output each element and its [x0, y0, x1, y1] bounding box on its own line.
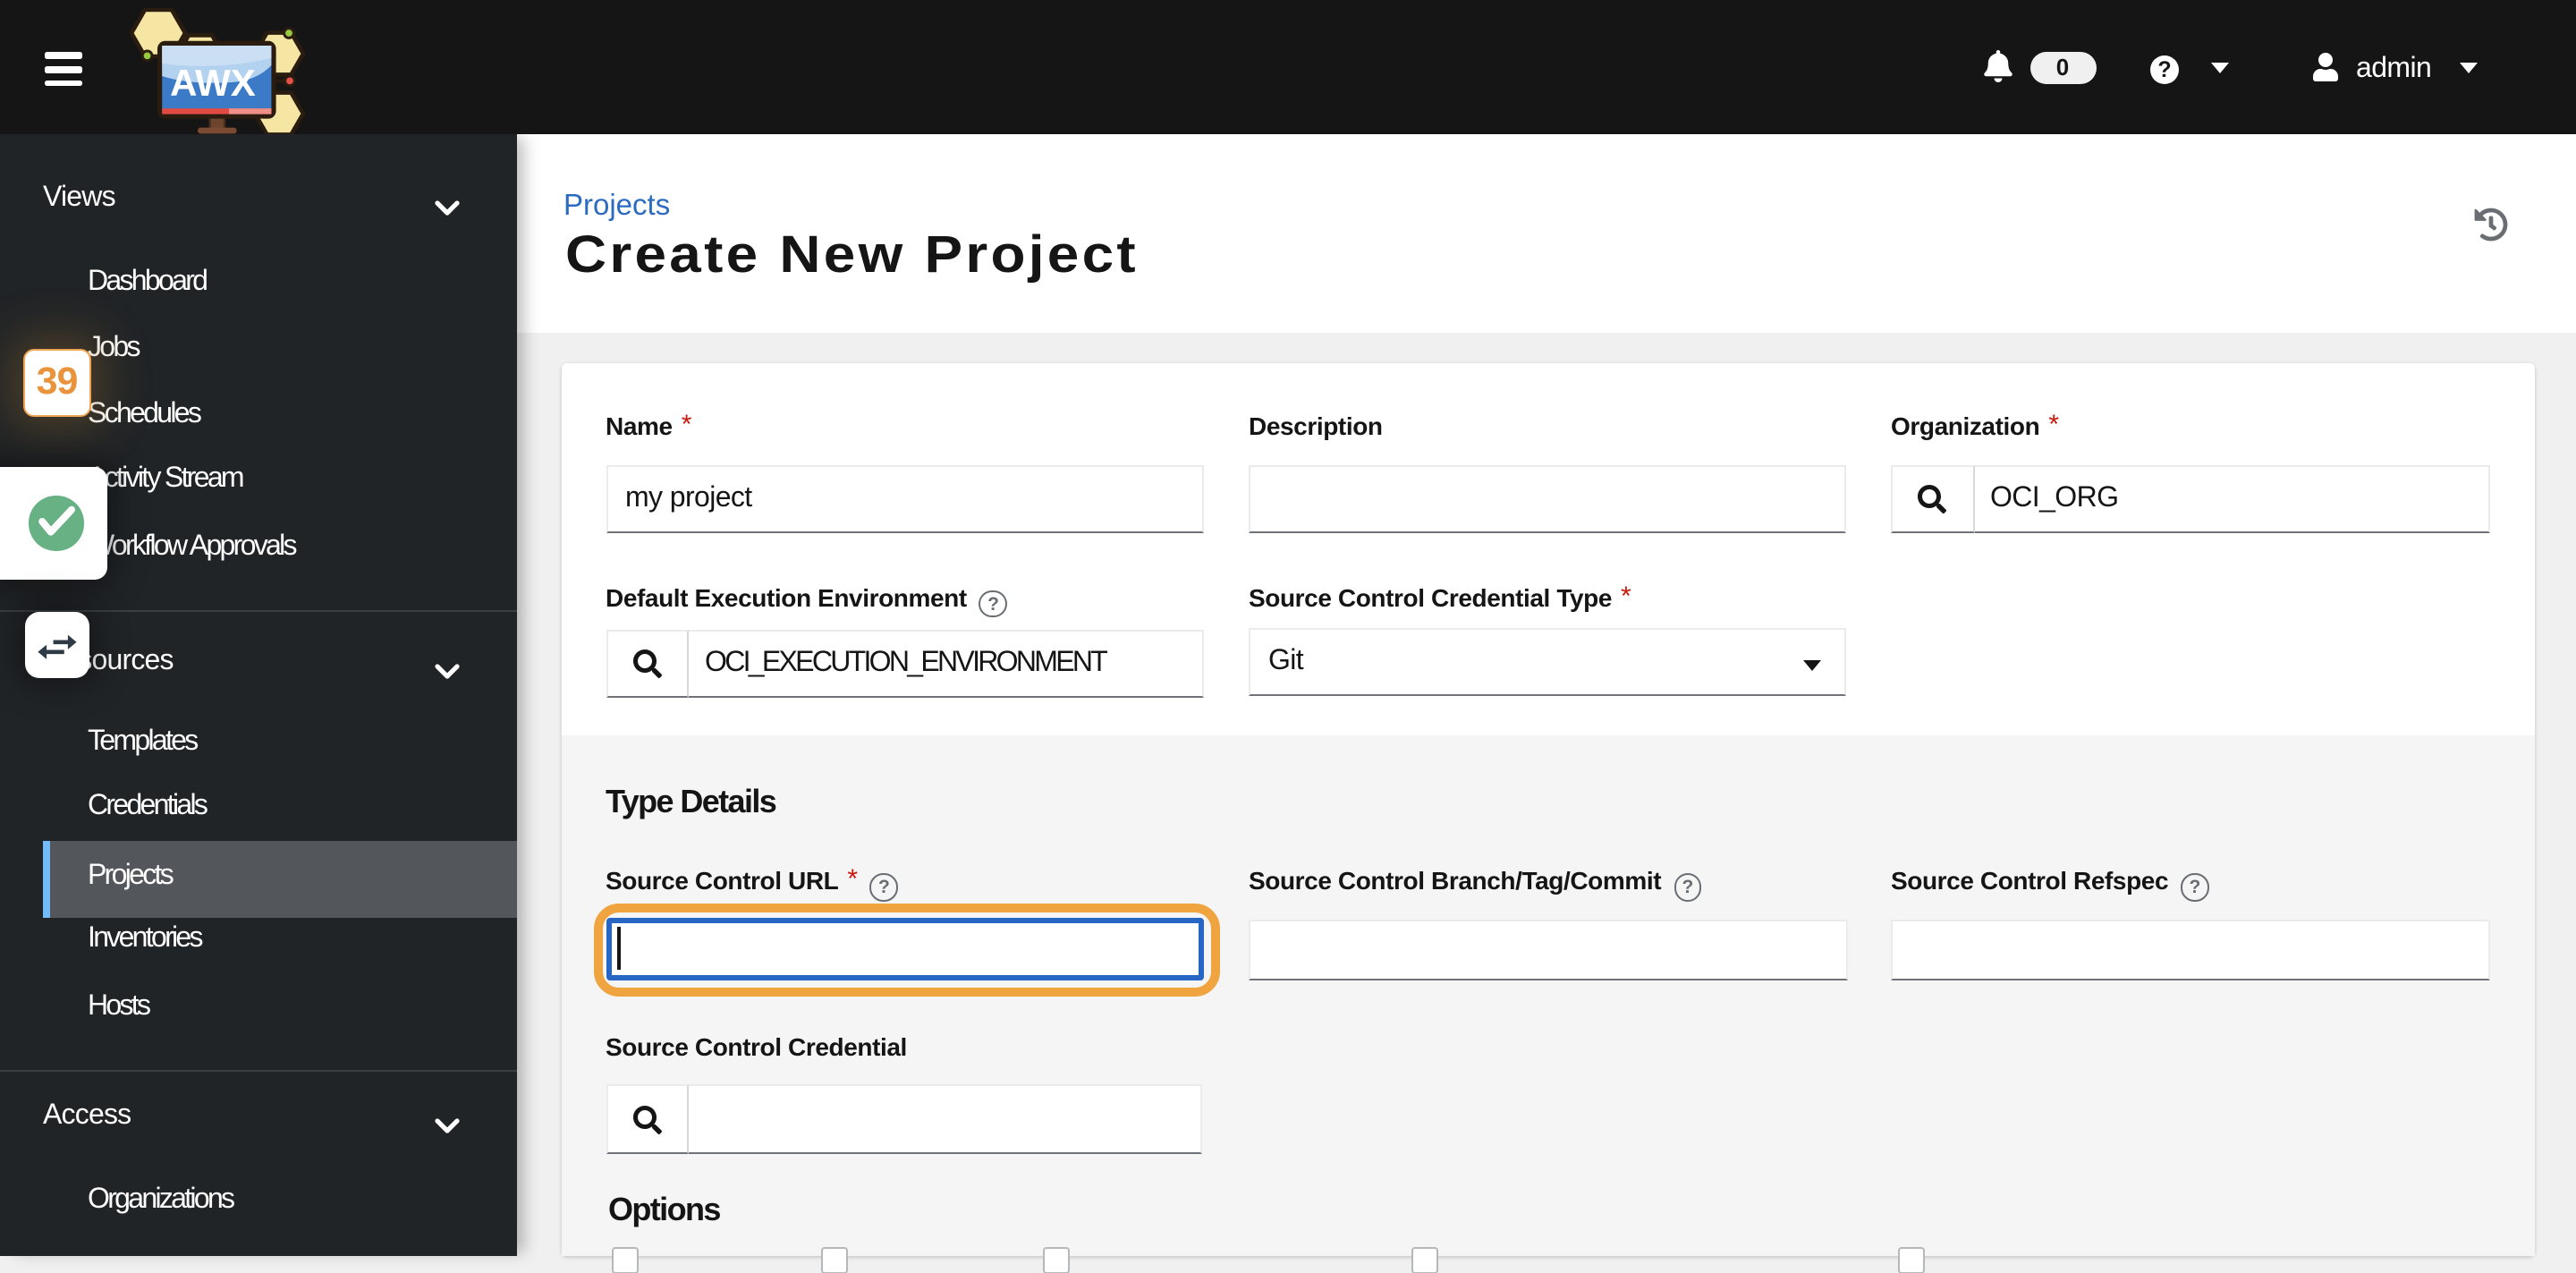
svg-text:AWX: AWX — [170, 62, 256, 104]
